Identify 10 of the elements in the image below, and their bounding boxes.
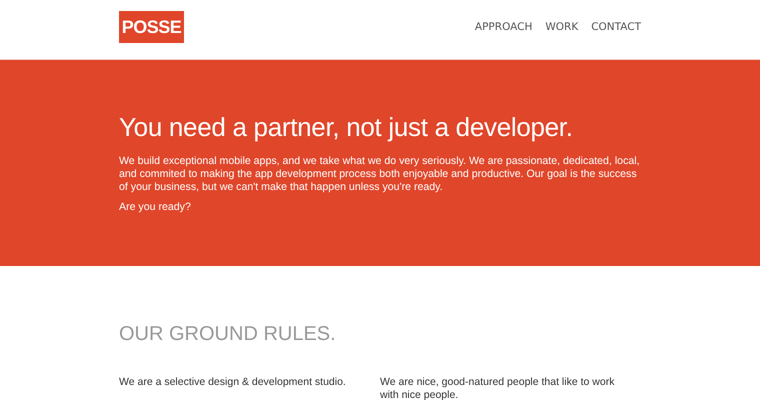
- nav-link[interactable]: CONTACT: [591, 21, 641, 33]
- hero-paragraph: Are you ready?: [119, 201, 192, 214]
- nav-link[interactable]: WORK: [545, 21, 578, 33]
- rule-text: We are a selective design & development studio.: [119, 376, 347, 390]
- nav-link[interactable]: APPROACH: [474, 21, 532, 33]
- hero-paragraph: We build exceptional mobile apps, and we take what we do very seriously. We are passionate, dedicated, local, and commited to making the app development process both enjoyable and productive. Our goal is the success of your business, but we can't make that happen unless you're ready.: [119, 155, 641, 194]
- hero-title: You need a partner, not just a developer.: [119, 112, 574, 143]
- section-heading: OUR GROUND RULES.: [119, 323, 337, 346]
- rule-text: We are nice, good-natured people that like to work with nice people.: [380, 376, 616, 400]
- logo[interactable]: POSSE: [119, 11, 184, 43]
